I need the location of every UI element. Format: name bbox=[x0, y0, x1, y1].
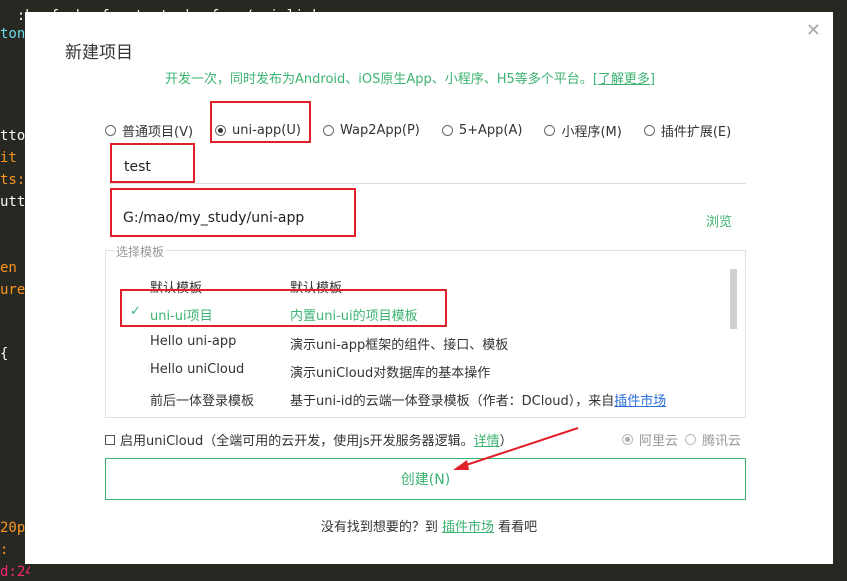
editor-line: : bbox=[0, 542, 9, 558]
template-name: Hello uni-app bbox=[150, 334, 237, 349]
template-item[interactable]: Hello uni-app 演示uni-app框架的组件、接口、模板 bbox=[106, 328, 726, 356]
footer-prefix: 没有找到想要的？到 bbox=[320, 520, 442, 535]
type-label: 普通项目(V) bbox=[122, 124, 194, 140]
unicloud-label: 启用uniCloud（全端可用的云开发，使用js开发服务器逻辑。 bbox=[120, 434, 474, 449]
footer-hint: 没有找到想要的？到 插件市场 看看吧 bbox=[25, 516, 833, 535]
type-label: Wap2App(P) bbox=[339, 122, 420, 138]
type-label: 小程序(M) bbox=[561, 124, 622, 140]
highlight-path-box bbox=[110, 188, 356, 237]
template-name: 前后一体登录模板 bbox=[150, 394, 255, 409]
highlight-template-box bbox=[120, 289, 447, 327]
editor-line: ts: bbox=[0, 172, 26, 188]
radio-icon bbox=[105, 124, 116, 136]
subtitle-text: 开发一次，同时发布为Android、iOS原生App、小程序、H5等多个平台。 bbox=[165, 72, 593, 87]
unicloud-label-end: ） bbox=[499, 434, 513, 449]
editor-line: utt bbox=[0, 194, 26, 210]
unicloud-option: 启用uniCloud（全端可用的云开发，使用js开发服务器逻辑。 详情） bbox=[105, 430, 513, 449]
radio-icon bbox=[441, 124, 453, 136]
provider-label: 腾讯云 bbox=[702, 434, 742, 449]
template-item[interactable]: Hello uniCloud 演示uniCloud对数据库的基本操作 bbox=[106, 356, 726, 384]
type-label: 5+App(A) bbox=[458, 122, 523, 138]
unicloud-detail-link[interactable]: 详情 bbox=[474, 430, 500, 449]
template-desc: 基于uni-id的云端一体登录模板（作者：DCloud），来自插件市场 bbox=[290, 390, 666, 409]
type-5plus-app[interactable]: 5+App(A) bbox=[441, 120, 523, 140]
radio-icon bbox=[322, 124, 334, 136]
provider-label: 阿里云 bbox=[639, 434, 679, 449]
editor-line: d:24 bbox=[0, 564, 30, 580]
editor-line: ure bbox=[0, 282, 26, 298]
footer-suffix: 看看吧 bbox=[494, 520, 538, 535]
footer-plugin-market-link[interactable]: 插件市场 bbox=[442, 520, 494, 535]
editor-line: tto bbox=[0, 128, 26, 144]
provider-tencent[interactable]: 腾讯云 bbox=[685, 430, 741, 449]
type-wap2app[interactable]: Wap2App(P) bbox=[322, 120, 420, 140]
template-scrollbar[interactable] bbox=[730, 269, 737, 329]
editor-line: ton bbox=[0, 26, 26, 42]
radio-icon bbox=[643, 124, 655, 136]
highlight-name-box bbox=[110, 143, 195, 183]
template-list: 选择模板 默认模板 默认模板 ✓ uni-ui项目 内置uni-ui的项目模板 … bbox=[105, 243, 746, 418]
provider-aliyun[interactable]: 阿里云 bbox=[622, 430, 678, 449]
create-button[interactable]: 创建(N) bbox=[105, 458, 746, 500]
editor-line: it bbox=[0, 150, 17, 166]
radio-icon bbox=[685, 434, 696, 445]
template-desc: 演示uni-app框架的组件、接口、模板 bbox=[290, 338, 509, 353]
template-legend: 选择模板 bbox=[114, 243, 167, 260]
plugin-market-link[interactable]: 插件市场 bbox=[614, 394, 666, 409]
learn-more-link[interactable]: [了解更多] bbox=[593, 72, 655, 87]
template-desc-text: 基于uni-id的云端一体登录模板（作者：DCloud），来自 bbox=[290, 394, 615, 409]
project-name-input[interactable] bbox=[110, 150, 746, 184]
radio-checked-icon bbox=[622, 434, 633, 445]
editor-top-code-line: :href= href :text= href ></uni-link> bbox=[0, 0, 329, 24]
unicloud-checkbox[interactable] bbox=[105, 434, 115, 445]
dialog-subtitle: 开发一次，同时发布为Android、iOS原生App、小程序、H5等多个平台。[… bbox=[165, 68, 655, 87]
editor-line: { bbox=[0, 346, 9, 362]
type-label: 插件扩展(E) bbox=[660, 124, 732, 140]
close-icon[interactable]: ✕ bbox=[806, 20, 821, 41]
dialog-title: 新建项目 bbox=[65, 43, 133, 63]
template-item[interactable]: 前后一体登录模板 基于uni-id的云端一体登录模板（作者：DCloud），来自… bbox=[106, 384, 726, 412]
editor-line: en bbox=[0, 260, 17, 276]
editor-line: 20p bbox=[0, 520, 26, 536]
new-project-dialog: 新建项目 ✕ 开发一次，同时发布为Android、iOS原生App、小程序、H5… bbox=[25, 12, 833, 564]
highlight-uni-app-box bbox=[210, 101, 311, 143]
project-type-group: 普通项目(V) uni-app(U) Wap2App(P) 5+App(A) 小… bbox=[105, 120, 753, 140]
template-name: Hello uniCloud bbox=[150, 362, 245, 377]
radio-icon bbox=[544, 124, 556, 136]
type-normal-project[interactable]: 普通项目(V) bbox=[105, 120, 193, 140]
type-mini-program[interactable]: 小程序(M) bbox=[544, 120, 622, 140]
browse-button[interactable]: 浏览 bbox=[706, 211, 732, 230]
template-desc: 演示uniCloud对数据库的基本操作 bbox=[290, 366, 491, 381]
type-plugin-extension[interactable]: 插件扩展(E) bbox=[643, 120, 732, 140]
